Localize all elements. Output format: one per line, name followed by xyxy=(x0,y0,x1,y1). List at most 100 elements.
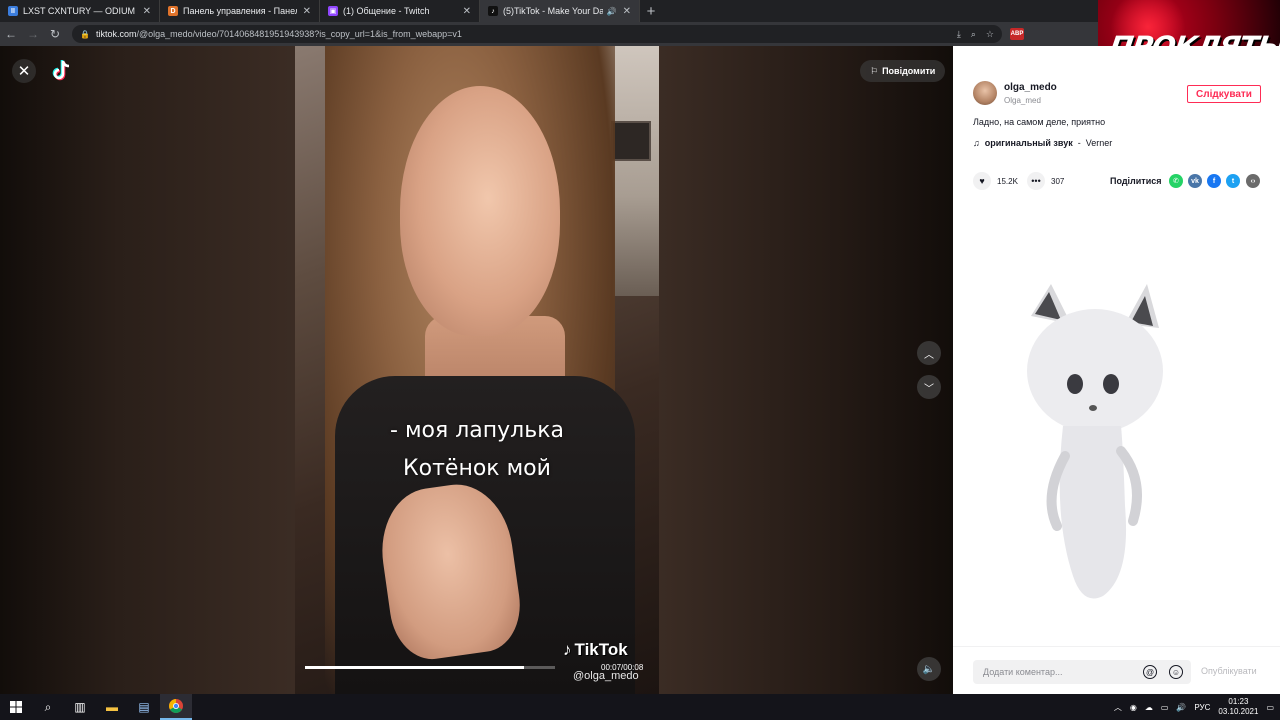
close-icon[interactable]: ✕ xyxy=(12,59,36,83)
background-shelf xyxy=(611,121,651,161)
share-label: Поділитися xyxy=(1110,176,1162,186)
post-nickname: Olga_med xyxy=(1004,96,1041,105)
report-label: Повідомити xyxy=(882,66,936,76)
chrome-logo-icon xyxy=(169,699,183,713)
clock-time: 01:23 xyxy=(1228,697,1249,706)
volume-tray-icon[interactable]: 🔊 xyxy=(1176,703,1186,712)
chevron-down-icon: ﹀ xyxy=(924,383,934,395)
blurred-background-left xyxy=(0,46,295,694)
music-link[interactable]: ♫ оригинальный звук - Verner xyxy=(973,138,1112,148)
mention-icon[interactable]: @ xyxy=(1143,665,1157,679)
heart-icon: ♥ xyxy=(973,172,991,190)
cloud-icon[interactable]: ☁ xyxy=(1145,703,1153,712)
whatsapp-icon[interactable]: ✆ xyxy=(1169,174,1183,188)
video-player[interactable]: - моя лапулька Котёнок мой ♪ TikTok @olg… xyxy=(295,46,659,694)
tab-favicon-icon: ▣ xyxy=(328,6,338,16)
clock[interactable]: 01:23 03.10.2021 xyxy=(1218,697,1258,717)
back-button[interactable]: ← xyxy=(0,23,22,45)
emoji-icon[interactable]: ☺ xyxy=(1169,665,1183,679)
watermark-brand: TikTok xyxy=(574,640,628,659)
task-view-icon[interactable]: ▥ xyxy=(64,694,96,720)
start-button[interactable] xyxy=(0,694,32,720)
file-explorer-icon[interactable]: ▬ xyxy=(96,694,128,720)
url-path: /@olga_medo/video/7014068481951943938?is… xyxy=(136,29,462,39)
vk-icon[interactable]: vk xyxy=(1188,174,1202,188)
url-host: tiktok.com xyxy=(95,29,137,39)
lock-icon: 🔒 xyxy=(80,29,90,39)
post-comment-button[interactable]: Опублікувати xyxy=(1201,666,1257,676)
post-description: Ладно, на самом деле, приятно xyxy=(973,117,1106,127)
comments-area xyxy=(953,206,1280,646)
twitter-icon[interactable]: t xyxy=(1226,174,1240,188)
video-stage: ✕ ⚐ Повідомити - моя лапулька Котёнок мо… xyxy=(0,46,953,694)
comment-count: 307 xyxy=(1051,176,1065,186)
adblock-extension-icon[interactable]: ABP xyxy=(1010,28,1024,40)
search-icon[interactable]: ⌕ xyxy=(32,694,64,720)
like-count: 15.2K xyxy=(997,176,1018,186)
tab-title: LXST CXNTURY — ODIUM xyxy=(23,6,136,16)
music-note-icon: ♫ xyxy=(973,138,980,148)
tab-audio-icon[interactable]: 🔊 xyxy=(607,7,617,16)
notifications-icon[interactable]: ▭ xyxy=(1266,703,1274,712)
video-caption-line-1: - моя лапулька xyxy=(390,418,564,443)
tab-close-icon[interactable]: ✕ xyxy=(463,6,471,17)
music-separator: - xyxy=(1077,138,1081,148)
volume-button[interactable]: 🔈 xyxy=(917,657,941,681)
browser-tab[interactable]: II LXST CXNTURY — ODIUM ✕ xyxy=(0,0,160,22)
browser-tab-active[interactable]: ♪ (5)TikTok - Make Your Day 🔊 ✕ xyxy=(480,0,640,22)
watermark-note-icon: ♪ xyxy=(563,640,572,659)
comment-placeholder: Додати коментар... xyxy=(983,667,1063,677)
address-bar[interactable]: 🔒 tiktok.com/@olga_medo/video/7014068481… xyxy=(72,25,1002,43)
bookmark-star-icon[interactable]: ☆ xyxy=(986,29,994,40)
video-progress-fill xyxy=(305,666,524,669)
embed-icon[interactable]: ‹› xyxy=(1246,174,1260,188)
tab-close-icon[interactable]: ✕ xyxy=(303,6,311,17)
tab-favicon-icon: D xyxy=(168,6,178,16)
tiktok-logo-icon[interactable] xyxy=(50,59,74,83)
comment-input[interactable]: Додати коментар... @ ☺ xyxy=(973,660,1191,684)
new-tab-button[interactable]: + xyxy=(640,0,662,22)
facebook-icon[interactable]: f xyxy=(1207,174,1221,188)
video-timecode: 00:07/00:08 xyxy=(601,663,644,672)
tiktok-watermark: ♪ TikTok xyxy=(563,640,628,660)
windows-logo-icon xyxy=(10,701,22,713)
post-username[interactable]: olga_medo xyxy=(1004,82,1057,93)
browser-tab[interactable]: ▣ (1) Общение - Twitch ✕ xyxy=(320,0,480,22)
music-artist: Verner xyxy=(1085,138,1113,148)
tray-expand-icon[interactable]: ︿ xyxy=(1114,702,1122,713)
chrome-icon[interactable] xyxy=(160,694,192,720)
video-caption-line-2: Котёнок мой xyxy=(403,456,551,481)
music-title: оригинальный звук xyxy=(984,138,1073,148)
person-face xyxy=(400,86,560,336)
reload-button[interactable]: ↻ xyxy=(44,23,66,45)
like-button[interactable]: ♥ 15.2K xyxy=(973,172,1018,190)
tab-close-icon[interactable]: ✕ xyxy=(623,6,631,17)
tray-app-icon[interactable]: ◉ xyxy=(1130,703,1137,712)
comment-bar: Додати коментар... @ ☺ Опублікувати xyxy=(953,646,1280,694)
comment-button[interactable]: ••• 307 xyxy=(1027,172,1064,190)
network-icon[interactable]: ▭ xyxy=(1161,703,1169,712)
previous-video-button[interactable]: ︿ xyxy=(917,341,941,365)
tab-close-icon[interactable]: ✕ xyxy=(143,6,151,17)
tab-title: (1) Общение - Twitch xyxy=(343,6,430,16)
speaker-icon: 🔈 xyxy=(922,663,936,675)
forward-button[interactable]: → xyxy=(22,23,44,45)
follow-button[interactable]: Слідкувати xyxy=(1187,85,1261,103)
install-icon[interactable]: ⤓ xyxy=(957,29,961,40)
system-tray: ︿ ◉ ☁ ▭ 🔊 РУС 01:23 03.10.2021 ▭ xyxy=(1114,697,1280,717)
browser-tab[interactable]: D Панель управления - Панель уп ✕ xyxy=(160,0,320,22)
tab-title: Панель управления - Панель уп xyxy=(183,6,297,16)
zoom-icon[interactable]: ⌕ xyxy=(971,29,976,40)
browser-toolbar: ← → ↻ 🔒 tiktok.com/@olga_medo/video/7014… xyxy=(0,22,1280,46)
post-info-panel: olga_medo Olga_med Слідкувати Ладно, на … xyxy=(953,46,1280,694)
language-indicator[interactable]: РУС xyxy=(1194,703,1210,712)
report-button[interactable]: ⚐ Повідомити xyxy=(860,60,946,82)
chevron-up-icon: ︿ xyxy=(924,349,934,361)
notepad-icon[interactable]: ▤ xyxy=(128,694,160,720)
next-video-button[interactable]: ﹀ xyxy=(917,375,941,399)
tiktok-note-icon xyxy=(52,60,70,81)
avatar[interactable] xyxy=(973,81,997,105)
video-progress-bar[interactable] xyxy=(305,666,555,669)
browser-tab-strip: II LXST CXNTURY — ODIUM ✕ D Панель управ… xyxy=(0,0,1280,22)
windows-taskbar: ⌕ ▥ ▬ ▤ ︿ ◉ ☁ ▭ 🔊 РУС 01:23 03.10.2021 ▭ xyxy=(0,694,1280,720)
